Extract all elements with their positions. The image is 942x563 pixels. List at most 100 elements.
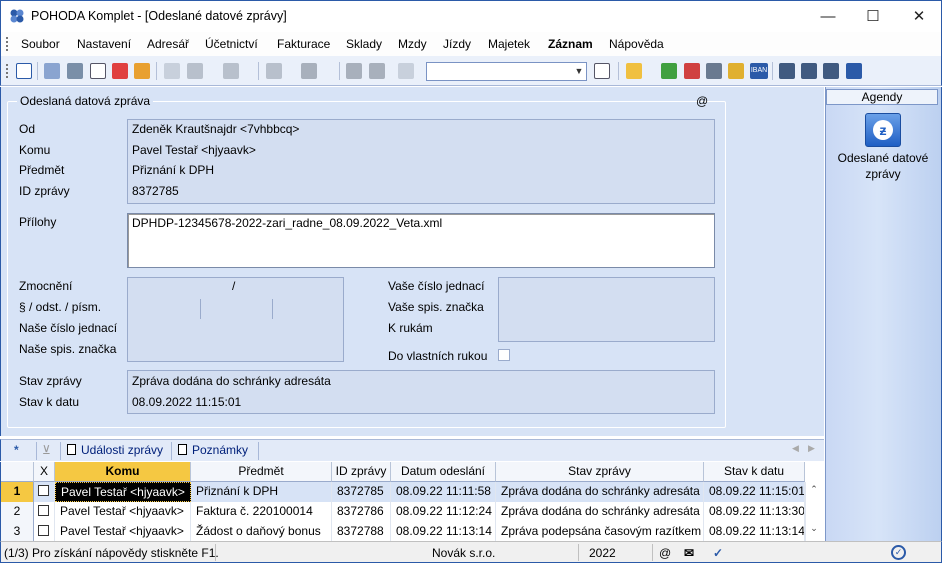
settings-icon[interactable] xyxy=(301,63,317,79)
cell-komu[interactable]: Pavel Testař <hjyaavk> xyxy=(55,502,191,522)
grid-icon[interactable] xyxy=(223,63,239,79)
do-vlastnich-checkbox[interactable] xyxy=(498,349,510,361)
grid-scrollbar[interactable]: ⌃ ⌄ xyxy=(805,482,822,542)
column-header-komu[interactable]: Komu xyxy=(55,462,191,482)
column-header-datum[interactable]: Datum odeslání xyxy=(391,462,496,482)
toolbar-grip xyxy=(6,64,9,78)
row-checkbox[interactable] xyxy=(34,502,55,522)
table-row[interactable]: 1 Pavel Testař <hjyaavk> Přiznání k DPH … xyxy=(1,482,805,502)
menu-zaznam[interactable]: Záznam xyxy=(548,37,593,51)
field-divider xyxy=(272,299,273,319)
cell-stav[interactable]: Zpráva podepsána časovým razítkem xyxy=(496,522,704,542)
cell-stav-k-datu[interactable]: 08.09.22 11:13:14 xyxy=(704,522,805,542)
cell-komu[interactable]: Pavel Testař <hjyaavk> xyxy=(55,482,191,502)
at-icon[interactable]: @ xyxy=(696,94,708,108)
save-icon[interactable] xyxy=(346,63,362,79)
title-bar: POHODA Komplet - [Odeslané datové zprávy… xyxy=(0,0,942,32)
predmet-label: Předmět xyxy=(19,163,65,177)
folder-icon[interactable] xyxy=(626,63,642,79)
window-list-icon[interactable] xyxy=(801,63,817,79)
table-row[interactable]: 2 Pavel Testař <hjyaavk> Faktura č. 2201… xyxy=(1,502,805,522)
sidebar-toggle-icon[interactable] xyxy=(16,63,32,79)
help-icon[interactable] xyxy=(846,63,862,79)
datove-zpravy-icon[interactable]: ƶ xyxy=(865,113,901,147)
cell-predmet[interactable]: Přiznání k DPH xyxy=(191,482,332,502)
column-header-stav[interactable]: Stav zprávy xyxy=(496,462,704,482)
cell-id[interactable]: 8372788 xyxy=(332,522,391,542)
close-button[interactable]: ✕ xyxy=(896,1,942,32)
tab-scroll-left-icon[interactable]: ◀ xyxy=(792,443,799,454)
menu-mzdy[interactable]: Mzdy xyxy=(398,37,427,51)
cell-id[interactable]: 8372786 xyxy=(332,502,391,522)
pdf-icon[interactable] xyxy=(112,63,128,79)
preview-icon[interactable] xyxy=(90,63,106,79)
cell-stav-k-datu[interactable]: 08.09.22 11:13:30 xyxy=(704,502,805,522)
cell-datum[interactable]: 08.09.22 11:12:24 xyxy=(391,502,496,522)
chevron-up-icon[interactable]: ⌃ xyxy=(806,484,822,495)
filter-icon[interactable] xyxy=(594,63,610,79)
agenda-item-odeslane[interactable]: Odeslané datové zprávy xyxy=(830,150,936,182)
calculator-icon[interactable] xyxy=(706,63,722,79)
iban-icon[interactable]: IBAN xyxy=(750,63,768,79)
window-icon[interactable] xyxy=(823,63,839,79)
cell-id[interactable]: 8372785 xyxy=(332,482,391,502)
cell-stav[interactable]: Zpráva dodána do schránky adresáta xyxy=(496,482,704,502)
edit-icon[interactable] xyxy=(187,63,203,79)
filter-icon[interactable]: ⊻ xyxy=(42,443,51,457)
menu-nastaveni[interactable]: Nastavení xyxy=(77,37,131,51)
tab-poznamky[interactable]: Poznámky xyxy=(178,443,248,457)
column-header-id[interactable]: ID zprávy xyxy=(332,462,391,482)
maximize-button[interactable]: ☐ xyxy=(850,1,896,32)
cell-datum[interactable]: 08.09.22 11:11:58 xyxy=(391,482,496,502)
column-header-stav-k-datu[interactable]: Stav k datu xyxy=(704,462,805,482)
menu-soubor[interactable]: Soubor xyxy=(21,37,60,51)
monitor-icon[interactable] xyxy=(779,63,795,79)
minimize-button[interactable]: — xyxy=(805,1,851,32)
chevron-down-icon[interactable]: ⌄ xyxy=(806,523,822,534)
menu-fakturace[interactable]: Fakturace xyxy=(277,37,330,51)
row-checkbox[interactable] xyxy=(34,482,55,502)
attachment-item[interactable]: DPHDP-12345678-2022-zari_radne_08.09.202… xyxy=(132,216,442,230)
menu-jizdy[interactable]: Jízdy xyxy=(443,37,471,51)
do-vlastnich-label: Do vlastních rukou xyxy=(388,349,488,363)
menu-majetek[interactable]: Majetek xyxy=(488,37,530,51)
chevron-down-icon[interactable]: ▼ xyxy=(572,63,586,80)
status-at-icon[interactable]: @ xyxy=(659,546,671,560)
copy-icon[interactable] xyxy=(44,63,60,79)
grid-corner xyxy=(1,462,34,482)
column-header-predmet[interactable]: Předmět xyxy=(191,462,332,482)
coins-icon[interactable] xyxy=(728,63,744,79)
tab-scroll-right-icon[interactable]: ▶ xyxy=(808,443,815,454)
save-all-icon[interactable] xyxy=(369,63,385,79)
menu-adresar[interactable]: Adresář xyxy=(147,37,189,51)
odst-label: § / odst. / písm. xyxy=(19,300,102,314)
menu-sklady[interactable]: Sklady xyxy=(346,37,382,51)
mail-icon[interactable]: ✉ xyxy=(684,546,694,560)
cell-komu[interactable]: Pavel Testař <hjyaavk> xyxy=(55,522,191,542)
duplicate-icon[interactable] xyxy=(398,63,414,79)
cell-datum[interactable]: 08.09.22 11:13:14 xyxy=(391,522,496,542)
cell-stav[interactable]: Zpráva dodána do schránky adresáta xyxy=(496,502,704,522)
money-icon[interactable] xyxy=(661,63,677,79)
table-row[interactable]: 3 Pavel Testař <hjyaavk> Žádost o daňový… xyxy=(1,522,805,542)
cell-predmet[interactable]: Faktura č. 220100014 xyxy=(191,502,332,522)
column-header-x[interactable]: X xyxy=(34,462,55,482)
status-ok-icon[interactable]: ✓ xyxy=(891,545,906,560)
print-icon[interactable] xyxy=(67,63,83,79)
tab-udalosti[interactable]: Události zprávy xyxy=(67,443,163,457)
menu-napoveda[interactable]: Nápověda xyxy=(609,37,664,51)
checkmark-icon[interactable]: ✓ xyxy=(713,546,723,560)
cell-stav-k-datu[interactable]: 08.09.22 11:15:01 xyxy=(704,482,805,502)
authorization-box: / xyxy=(127,277,344,362)
export-icon[interactable] xyxy=(134,63,150,79)
row-checkbox[interactable] xyxy=(34,522,55,542)
tab-new[interactable]: * xyxy=(14,443,19,457)
attachments-list[interactable]: DPHDP-12345678-2022-zari_radne_08.09.202… xyxy=(127,213,715,268)
new-record-icon[interactable] xyxy=(164,63,180,79)
cell-predmet[interactable]: Žádost o daňový bonus xyxy=(191,522,332,542)
komu-label: Komu xyxy=(19,143,51,157)
back-arrow-icon[interactable] xyxy=(266,63,282,79)
delete-record-icon[interactable] xyxy=(684,63,700,79)
toolbar-search-combo[interactable]: ▼ xyxy=(426,62,587,81)
menu-ucetnictvi[interactable]: Účetnictví xyxy=(205,37,258,51)
